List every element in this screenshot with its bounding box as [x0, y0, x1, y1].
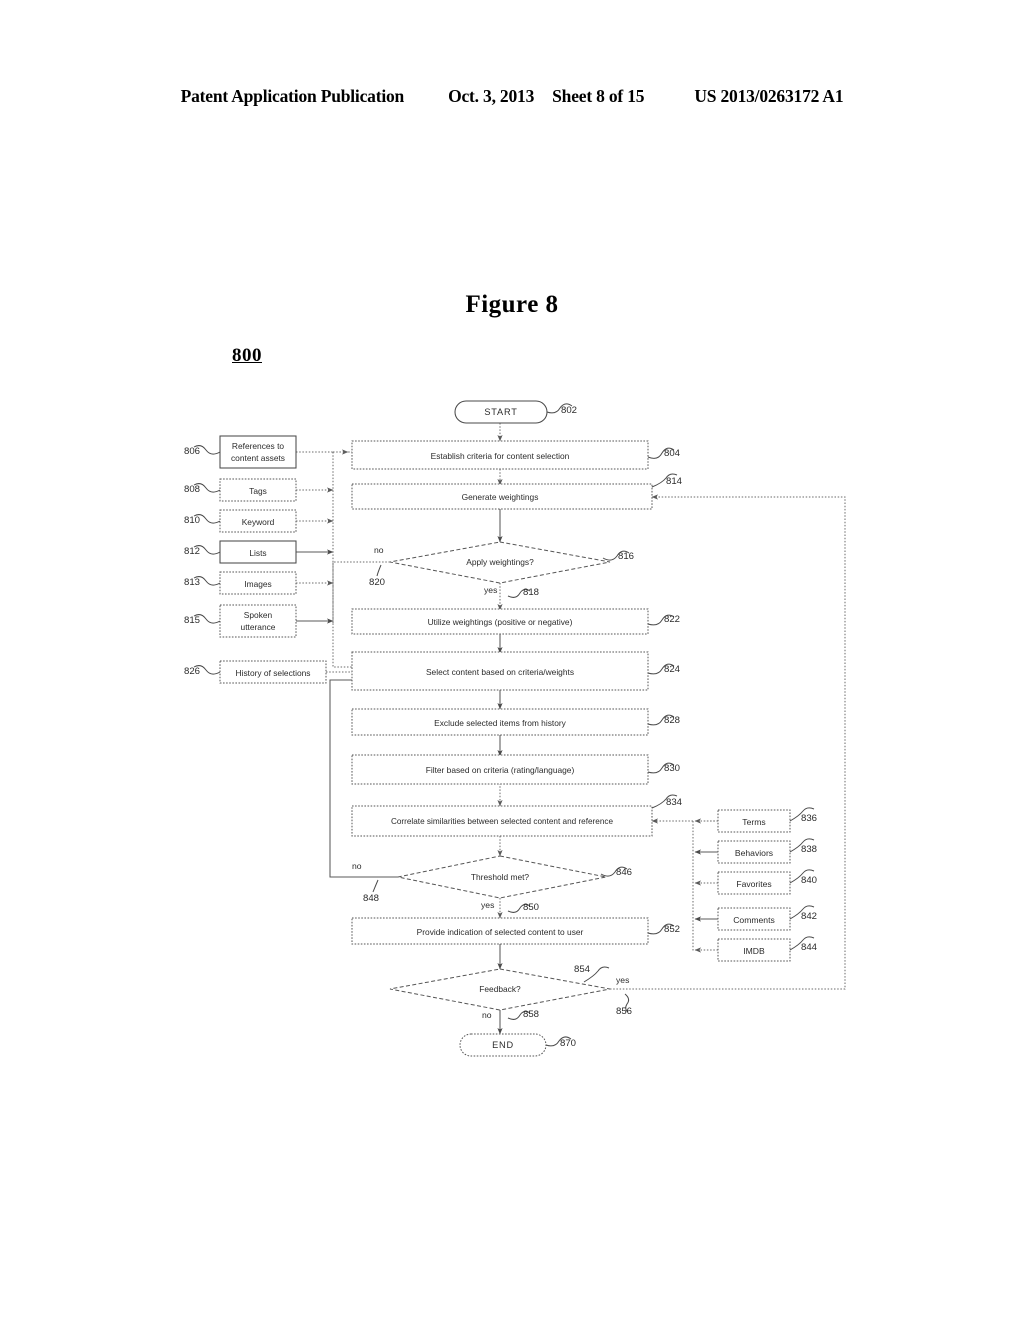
input-808-label: Tags	[249, 486, 267, 496]
ref-870: 870	[560, 1038, 576, 1049]
process-814-label: Generate weightings	[462, 492, 539, 502]
input-844-label: IMDB	[743, 946, 765, 956]
decision-846-no-label: no	[352, 861, 362, 871]
decision-854-yes-label: yes	[616, 975, 629, 985]
ref-824: 824	[664, 664, 681, 675]
input-812-label: Lists	[249, 548, 266, 558]
input-815-label-line1: Spoken	[244, 610, 273, 620]
ref-813: 813	[184, 577, 200, 588]
input-826-label: History of selections	[236, 668, 311, 678]
ref-854: 854	[574, 964, 591, 975]
ref-834: 834	[666, 797, 683, 808]
node-822[interactable]: Utilize weightings (positive or negative…	[351, 608, 649, 635]
ref-858: 858	[523, 1009, 539, 1020]
end-label: END	[492, 1040, 514, 1050]
input-806-label-line2: content assets	[231, 453, 285, 463]
node-806[interactable]: References to content assets	[219, 435, 297, 469]
decision-854-no-label: no	[482, 1010, 492, 1020]
input-842-label: Comments	[733, 915, 775, 925]
ref-812: 812	[184, 546, 200, 557]
node-842[interactable]: Comments	[717, 907, 791, 931]
start-label: START	[484, 407, 517, 417]
ref-850: 850	[523, 902, 539, 913]
process-852-label: Provide indication of selected content t…	[417, 927, 584, 937]
node-852[interactable]: Provide indication of selected content t…	[351, 917, 649, 945]
input-838-label: Behaviors	[735, 848, 773, 858]
ref-826: 826	[184, 666, 200, 677]
node-start[interactable]: START	[454, 400, 548, 424]
node-828[interactable]: Exclude selected items from history	[351, 708, 649, 736]
process-828-label: Exclude selected items from history	[434, 718, 567, 728]
decision-816-label: Apply weightings?	[466, 557, 534, 567]
input-810-label: Keyword	[242, 517, 275, 527]
node-830[interactable]: Filter based on criteria (rating/languag…	[351, 754, 649, 785]
decision-854-label: Feedback?	[479, 984, 521, 994]
node-838[interactable]: Behaviors	[717, 840, 791, 864]
process-834-label: Correlate similarities between selected …	[391, 817, 614, 826]
node-810[interactable]: Keyword	[219, 509, 297, 533]
ref-830: 830	[664, 763, 680, 774]
ref-815: 815	[184, 615, 200, 626]
decision-816-yes-label: yes	[484, 585, 497, 595]
ref-820: 820	[369, 577, 385, 588]
node-812[interactable]: Lists	[219, 540, 297, 564]
node-end[interactable]: END	[459, 1033, 547, 1057]
ref-838: 838	[801, 844, 817, 855]
node-813[interactable]: Images	[219, 571, 297, 595]
input-806-label-line1: References to	[232, 441, 284, 451]
process-824-label: Select content based on criteria/weights	[426, 667, 574, 677]
decision-846-yes-label: yes	[481, 900, 494, 910]
ref-842: 842	[801, 911, 817, 922]
ref-848: 848	[363, 893, 379, 904]
node-808[interactable]: Tags	[219, 478, 297, 502]
input-836-label: Terms	[742, 817, 765, 827]
ref-844: 844	[801, 942, 818, 953]
ref-802: 802	[561, 405, 577, 416]
node-824[interactable]: Select content based on criteria/weights	[351, 651, 649, 691]
node-834[interactable]: Correlate similarities between selected …	[351, 805, 653, 837]
node-836[interactable]: Terms	[717, 809, 791, 833]
ref-828: 828	[664, 715, 680, 726]
ref-852: 852	[664, 924, 680, 935]
ref-804: 804	[664, 448, 681, 459]
ref-816: 816	[618, 551, 634, 562]
decision-816-no-label: no	[374, 545, 384, 555]
node-844[interactable]: IMDB	[717, 938, 791, 962]
leader-820	[376, 564, 382, 577]
ref-814: 814	[666, 476, 683, 487]
ref-856: 856	[616, 1006, 632, 1017]
flowchart-diagram: START 802 END 870 Establish criteria for…	[184, 400, 846, 1057]
process-822-label: Utilize weightings (positive or negative…	[428, 617, 573, 627]
node-804[interactable]: Establish criteria for content selection	[351, 440, 649, 470]
node-840[interactable]: Favorites	[717, 871, 791, 895]
process-830-label: Filter based on criteria (rating/languag…	[426, 765, 575, 775]
node-816[interactable]: Apply weightings?	[389, 541, 611, 584]
input-840-label: Favorites	[736, 879, 771, 889]
ref-822: 822	[664, 614, 680, 625]
input-815-label-line2: utterance	[241, 622, 276, 632]
ref-808: 808	[184, 484, 200, 495]
node-815[interactable]: Spoken utterance	[219, 604, 297, 638]
node-854[interactable]: Feedback?	[389, 968, 611, 1011]
process-804-label: Establish criteria for content selection	[431, 451, 570, 461]
node-846[interactable]: Threshold met?	[397, 855, 607, 899]
node-826[interactable]: History of selections	[219, 660, 327, 684]
ref-810: 810	[184, 515, 200, 526]
leader-848	[372, 879, 379, 893]
decision-846-label: Threshold met?	[471, 872, 530, 882]
input-813-label: Images	[244, 579, 271, 589]
ref-836: 836	[801, 813, 817, 824]
node-814[interactable]: Generate weightings	[351, 483, 653, 510]
ref-818: 818	[523, 587, 539, 598]
ref-806: 806	[184, 446, 200, 457]
ref-840: 840	[801, 875, 817, 886]
ref-846: 846	[616, 867, 632, 878]
